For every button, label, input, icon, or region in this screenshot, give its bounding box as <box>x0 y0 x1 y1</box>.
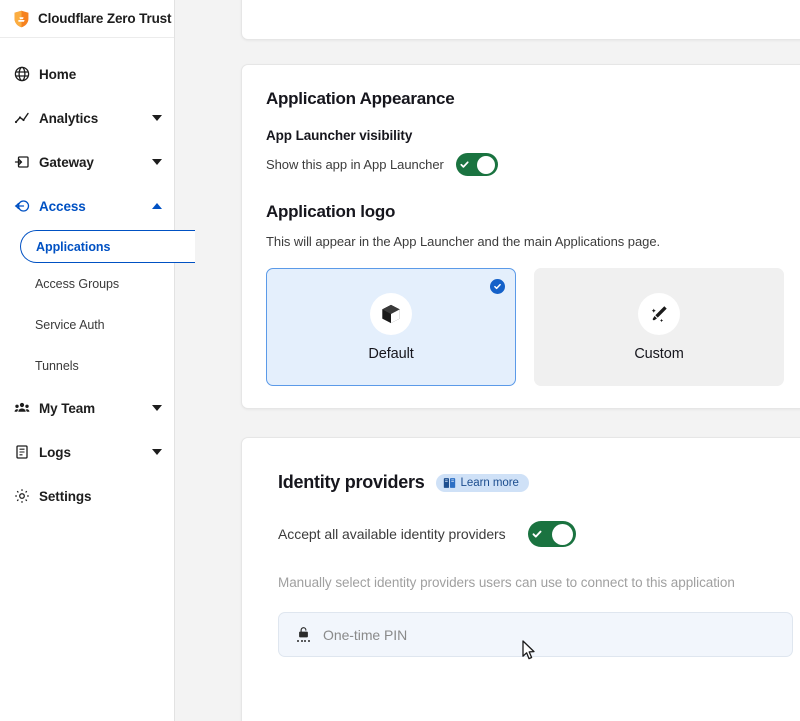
zero-trust-dashboard: Cloudflare Zero Trust Home Analytics Gat… <box>0 0 800 721</box>
sidebar-item-applications[interactable]: Applications <box>20 230 195 263</box>
app-launcher-visibility-title: App Launcher visibility <box>266 128 413 143</box>
identity-providers-title: Identity providers <box>278 472 425 492</box>
application-logo-description: This will appear in the App Launcher and… <box>266 234 661 249</box>
sidebar-subitem-label: Applications <box>36 239 111 254</box>
sidebar-item-service-auth[interactable]: Service Auth <box>0 304 174 345</box>
toggle-knob <box>476 155 495 174</box>
logo-options: Default Custom <box>266 268 800 386</box>
main-content: Application Appearance App Launcher visi… <box>175 0 800 721</box>
pin-dots <box>297 640 310 642</box>
identity-provider-row-one-time-pin[interactable]: One-time PIN <box>278 612 793 657</box>
check-icon <box>459 159 470 170</box>
application-logo-title: Application logo <box>266 202 396 221</box>
globe-icon <box>13 66 30 83</box>
sidebar: Cloudflare Zero Trust Home Analytics Gat… <box>0 0 195 721</box>
accept-all-idp-toggle[interactable] <box>527 521 576 547</box>
sidebar-item-label: Home <box>39 66 77 82</box>
app-launcher-toggle-label: Show this app in App Launcher <box>266 157 444 172</box>
logo-option-default[interactable]: Default <box>266 268 516 386</box>
sidebar-subitem-label: Service Auth <box>35 317 105 332</box>
sidebar-item-home[interactable]: Home <box>0 52 174 96</box>
brand-header[interactable]: Cloudflare Zero Trust <box>0 0 174 38</box>
sidebar-item-label: My Team <box>39 400 96 416</box>
sidebar-item-label: Access <box>39 198 86 214</box>
book-icon <box>443 477 455 488</box>
sidebar-item-label: Analytics <box>39 110 99 126</box>
people-group-icon <box>13 400 30 417</box>
brand-name: Cloudflare Zero Trust <box>38 11 172 26</box>
custom-logo-bubble <box>638 292 680 335</box>
analytics-line-chart-icon <box>13 110 30 127</box>
sidebar-item-access-groups[interactable]: Access Groups <box>0 263 174 304</box>
sidebar-item-settings[interactable]: Settings <box>0 474 174 518</box>
app-launcher-visibility-toggle[interactable] <box>455 153 498 176</box>
sidebar-subitem-label: Access Groups <box>35 276 120 291</box>
sidebar-item-logs[interactable]: Logs <box>0 430 174 474</box>
chevron-down-icon[interactable] <box>152 159 162 165</box>
previous-card-partial <box>241 0 800 40</box>
sidebar-item-label: Settings <box>39 488 92 504</box>
cube-icon <box>382 304 400 323</box>
logs-document-icon <box>13 444 30 461</box>
identity-providers-card: Identity providers Learn more Accept all… <box>241 437 800 721</box>
chevron-down-icon[interactable] <box>152 115 162 121</box>
cloudflare-shield-icon <box>14 10 29 27</box>
sidebar-subitem-label: Tunnels <box>35 358 79 373</box>
application-appearance-card: Application Appearance App Launcher visi… <box>241 64 800 409</box>
sidebar-item-gateway[interactable]: Gateway <box>0 140 174 184</box>
page-title: Application Appearance <box>266 89 455 108</box>
chevron-down-icon[interactable] <box>152 405 162 411</box>
gear-icon <box>13 488 30 505</box>
sidebar-item-analytics[interactable]: Analytics <box>0 96 174 140</box>
toggle-knob <box>551 523 573 545</box>
logo-option-label: Default <box>368 345 414 362</box>
sidebar-item-my-team[interactable]: My Team <box>0 386 174 430</box>
learn-more-button[interactable]: Learn more <box>435 473 529 492</box>
main-nav: Home Analytics Gateway Access Applicatio… <box>0 38 195 518</box>
magic-wand-icon <box>651 305 667 322</box>
accept-all-idp-label: Accept all available identity providers <box>278 526 506 542</box>
logo-option-label: Custom <box>634 345 684 362</box>
access-subnav: Applications Access Groups Service Auth … <box>0 228 195 386</box>
identity-provider-name: One-time PIN <box>323 626 408 643</box>
sidebar-item-label: Gateway <box>39 154 94 170</box>
default-logo-bubble <box>370 292 412 335</box>
learn-more-label: Learn more <box>460 476 519 489</box>
chevron-up-icon[interactable] <box>152 203 162 209</box>
lock-pin-icon <box>297 627 310 642</box>
sidebar-item-label: Logs <box>39 444 71 460</box>
sidebar-item-access[interactable]: Access <box>0 184 174 228</box>
chevron-down-icon[interactable] <box>152 449 162 455</box>
check-icon <box>531 528 543 540</box>
identity-providers-header: Identity providers Learn more <box>278 472 793 493</box>
logo-option-custom[interactable]: Custom <box>534 268 784 386</box>
sidebar-item-tunnels[interactable]: Tunnels <box>0 345 174 386</box>
manual-select-hint: Manually select identity providers users… <box>278 575 735 590</box>
access-login-arrow-icon <box>13 198 30 215</box>
selected-check-icon <box>490 279 505 294</box>
gateway-arrow-box-icon <box>13 154 30 171</box>
